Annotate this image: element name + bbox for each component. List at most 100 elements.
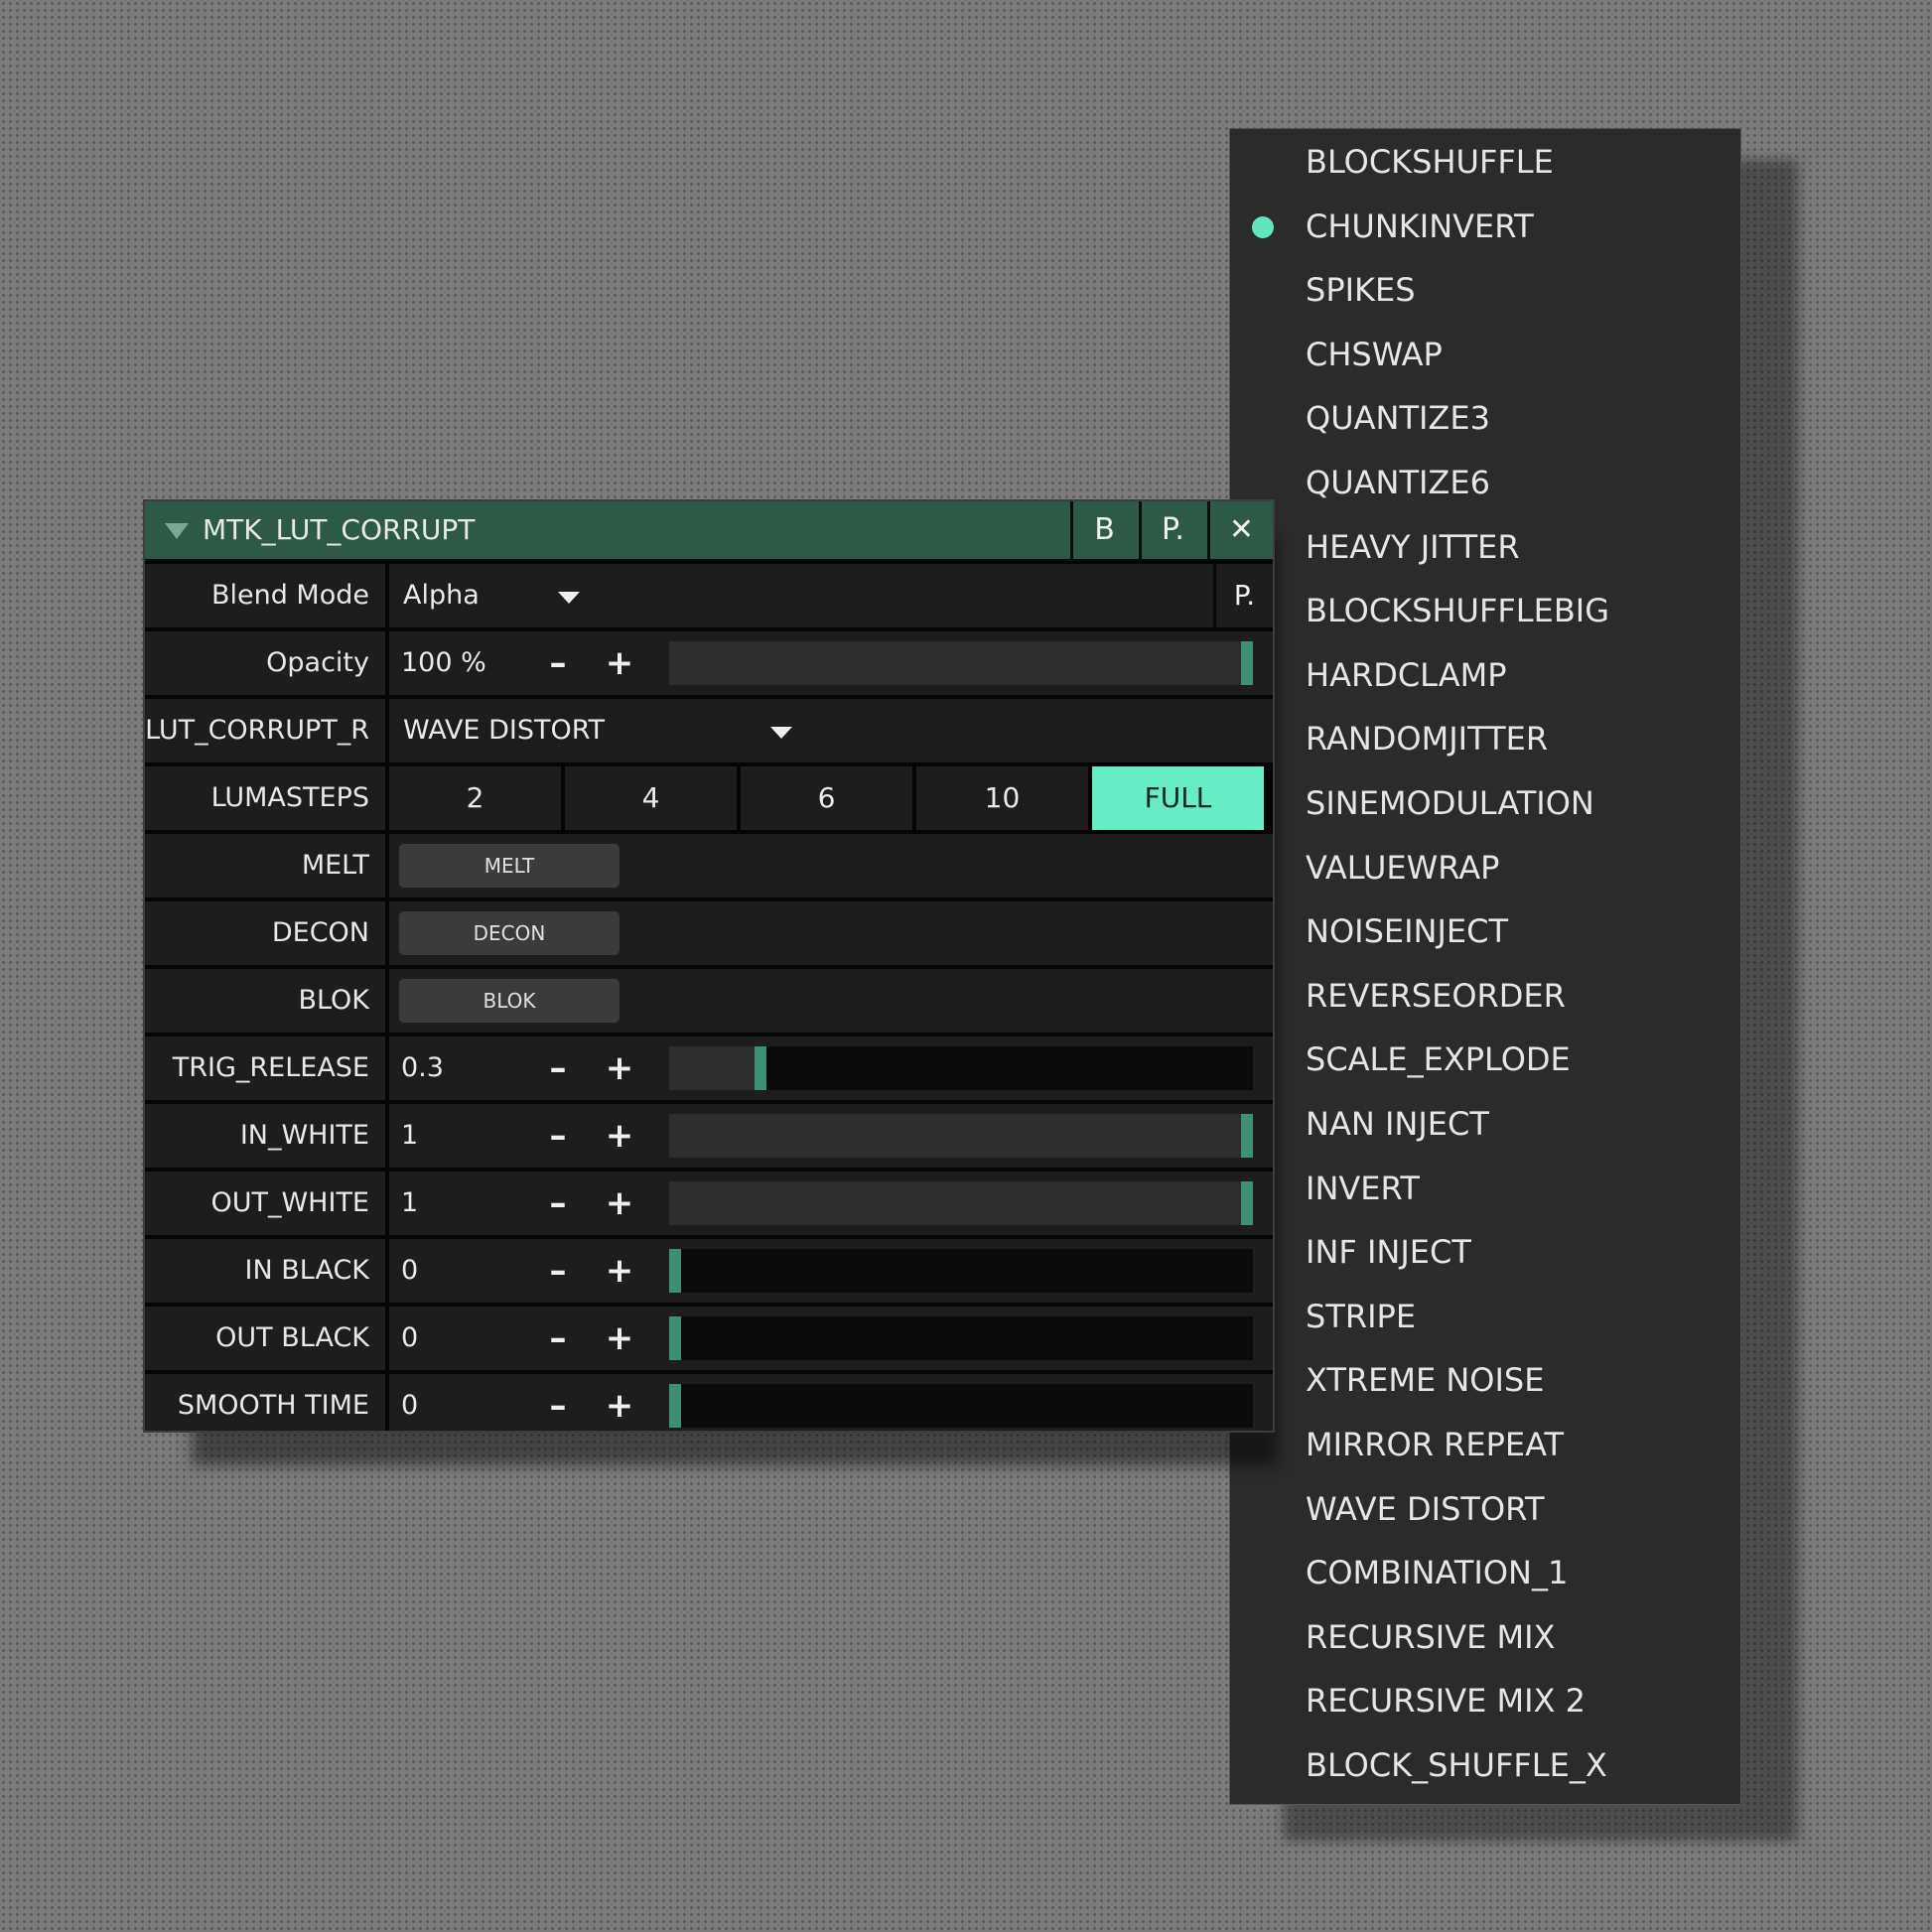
menu-item[interactable]: BLOCKSHUFFLEBIG [1230, 579, 1740, 642]
trig-release-value[interactable]: 0.3 [401, 1036, 444, 1100]
out-white-value[interactable]: 1 [401, 1172, 418, 1235]
lumasteps-option-4[interactable]: 4 [565, 766, 737, 830]
in-white-increment-button[interactable]: + [598, 1104, 641, 1168]
smooth-time-label: SMOOTH TIME [145, 1374, 385, 1431]
menu-item[interactable]: NOISEINJECT [1230, 899, 1740, 963]
menu-item-label: CHUNKINVERT [1306, 207, 1534, 245]
menu-item[interactable]: SPIKES [1230, 258, 1740, 322]
menu-item[interactable]: BLOCKSHUFFLE [1230, 130, 1740, 194]
effect-panel: MTK_LUT_CORRUPT B P. ✕ Blend Mode Alpha … [143, 499, 1275, 1433]
slider-handle[interactable] [669, 1384, 681, 1428]
smooth-time-increment-button[interactable]: + [598, 1374, 641, 1431]
presets-button[interactable]: P. [1139, 501, 1204, 559]
out-black-increment-button[interactable]: + [598, 1307, 641, 1370]
opacity-label: Opacity [145, 631, 385, 695]
menu-item[interactable]: INVERT [1230, 1157, 1740, 1220]
menu-item-label: NOISEINJECT [1306, 912, 1509, 951]
menu-item[interactable]: HEAVY JITTER [1230, 515, 1740, 579]
chevron-down-icon[interactable] [558, 592, 580, 604]
opacity-value[interactable]: 100 % [401, 631, 486, 695]
lumasteps-option-10[interactable]: 10 [916, 766, 1088, 830]
slider-fill [669, 1181, 1247, 1225]
in-black-increment-button[interactable]: + [598, 1239, 641, 1303]
menu-item[interactable]: XTREME NOISE [1230, 1348, 1740, 1412]
menu-item[interactable]: RECURSIVE MIX [1230, 1605, 1740, 1669]
lumasteps-option-2[interactable]: 2 [389, 766, 561, 830]
panel-title: MTK_LUT_CORRUPT [203, 513, 476, 546]
menu-item-label: STRIPE [1306, 1297, 1417, 1335]
smooth-time-decrement-button[interactable]: – [536, 1374, 580, 1431]
slider-row-smooth-time: SMOOTH TIME 0 – + [145, 1374, 1273, 1431]
slider-handle[interactable] [1241, 1181, 1253, 1225]
dropdown-menu: BLOCKSHUFFLE CHUNKINVERT SPIKES CHSWAP QUANT… [1229, 128, 1741, 1805]
menu-item-label: CHSWAP [1306, 335, 1443, 373]
out-white-slider[interactable] [669, 1181, 1253, 1225]
in-white-value[interactable]: 1 [401, 1104, 418, 1168]
menu-item[interactable]: INF INJECT [1230, 1220, 1740, 1284]
panel-titlebar[interactable]: MTK_LUT_CORRUPT B P. ✕ [145, 501, 1273, 561]
in-white-decrement-button[interactable]: – [536, 1104, 580, 1168]
lumasteps-option-full[interactable]: FULL [1092, 766, 1264, 830]
menu-item-label: MIRROR REPEAT [1306, 1426, 1565, 1463]
menu-item-label: HARDCLAMP [1306, 655, 1507, 694]
trig-release-decrement-button[interactable]: – [536, 1036, 580, 1100]
menu-item-label: BLOCKSHUFFLEBIG [1306, 592, 1609, 630]
slider-handle[interactable] [1241, 641, 1253, 685]
slider-handle[interactable] [1241, 1114, 1253, 1158]
out-black-value[interactable]: 0 [401, 1307, 418, 1370]
trig-release-slider[interactable] [669, 1046, 1253, 1090]
opacity-decrement-button[interactable]: – [536, 631, 580, 695]
menu-item[interactable]: RECURSIVE MIX 2 [1230, 1669, 1740, 1732]
chevron-down-icon[interactable] [770, 727, 792, 739]
in-white-slider[interactable] [669, 1114, 1253, 1158]
melt-button[interactable]: MELT [399, 844, 620, 888]
menu-item-label: RECURSIVE MIX [1306, 1617, 1556, 1656]
menu-item[interactable]: RANDOMJITTER [1230, 707, 1740, 770]
out-white-increment-button[interactable]: + [598, 1172, 641, 1235]
close-button[interactable]: ✕ [1207, 501, 1273, 559]
slider-handle[interactable] [669, 1249, 681, 1293]
blok-button[interactable]: BLOK [399, 979, 620, 1023]
melt-row: MELT MELT [145, 834, 1273, 897]
blend-presets-button[interactable]: P. [1213, 564, 1273, 627]
menu-item[interactable]: SINEMODULATION [1230, 771, 1740, 835]
trig-release-increment-button[interactable]: + [598, 1036, 641, 1100]
blend-mode-row: Blend Mode Alpha P. [145, 564, 1273, 627]
decon-button[interactable]: DECON [399, 911, 620, 955]
lumasteps-option-6[interactable]: 6 [741, 766, 912, 830]
in-black-slider[interactable] [669, 1249, 1253, 1293]
decon-label: DECON [145, 901, 385, 965]
menu-item[interactable]: COMBINATION_1 [1230, 1541, 1740, 1604]
blend-mode-dropdown[interactable]: Alpha P. [389, 564, 1273, 627]
menu-item[interactable]: QUANTIZE3 [1230, 386, 1740, 450]
menu-item[interactable]: MIRROR REPEAT [1230, 1413, 1740, 1476]
menu-item[interactable]: REVERSEORDER [1230, 964, 1740, 1028]
bypass-button[interactable]: B [1070, 501, 1136, 559]
menu-item[interactable]: QUANTIZE6 [1230, 451, 1740, 514]
menu-item[interactable]: NAN INJECT [1230, 1092, 1740, 1156]
out-white-decrement-button[interactable]: – [536, 1172, 580, 1235]
menu-item[interactable]: CHUNKINVERT [1230, 195, 1740, 258]
opacity-slider[interactable] [669, 641, 1253, 685]
in-black-value[interactable]: 0 [401, 1239, 418, 1303]
menu-item-label: QUANTIZE3 [1306, 399, 1490, 438]
opacity-increment-button[interactable]: + [598, 631, 641, 695]
slider-handle[interactable] [669, 1316, 681, 1360]
out-black-decrement-button[interactable]: – [536, 1307, 580, 1370]
lumasteps-row: LUMASTEPS 2 4 6 10 FULL [145, 766, 1273, 830]
menu-item-label: QUANTIZE6 [1306, 464, 1490, 501]
slider-handle[interactable] [755, 1046, 767, 1090]
menu-item[interactable]: VALUEWRAP [1230, 836, 1740, 899]
menu-item[interactable]: STRIPE [1230, 1285, 1740, 1348]
menu-item[interactable]: BLOCK_SHUFFLE_X [1230, 1733, 1740, 1797]
menu-item[interactable]: CHSWAP [1230, 323, 1740, 386]
menu-item[interactable]: WAVE DISTORT [1230, 1477, 1740, 1541]
menu-item[interactable]: HARDCLAMP [1230, 643, 1740, 707]
menu-item[interactable]: SCALE_EXPLODE [1230, 1028, 1740, 1091]
smooth-time-slider[interactable] [669, 1384, 1253, 1428]
smooth-time-value[interactable]: 0 [401, 1374, 418, 1431]
lut-corrupt-dropdown[interactable]: WAVE DISTORT [389, 699, 1273, 762]
in-black-decrement-button[interactable]: – [536, 1239, 580, 1303]
out-black-slider[interactable] [669, 1316, 1253, 1360]
collapse-triangle-icon[interactable] [165, 523, 189, 539]
